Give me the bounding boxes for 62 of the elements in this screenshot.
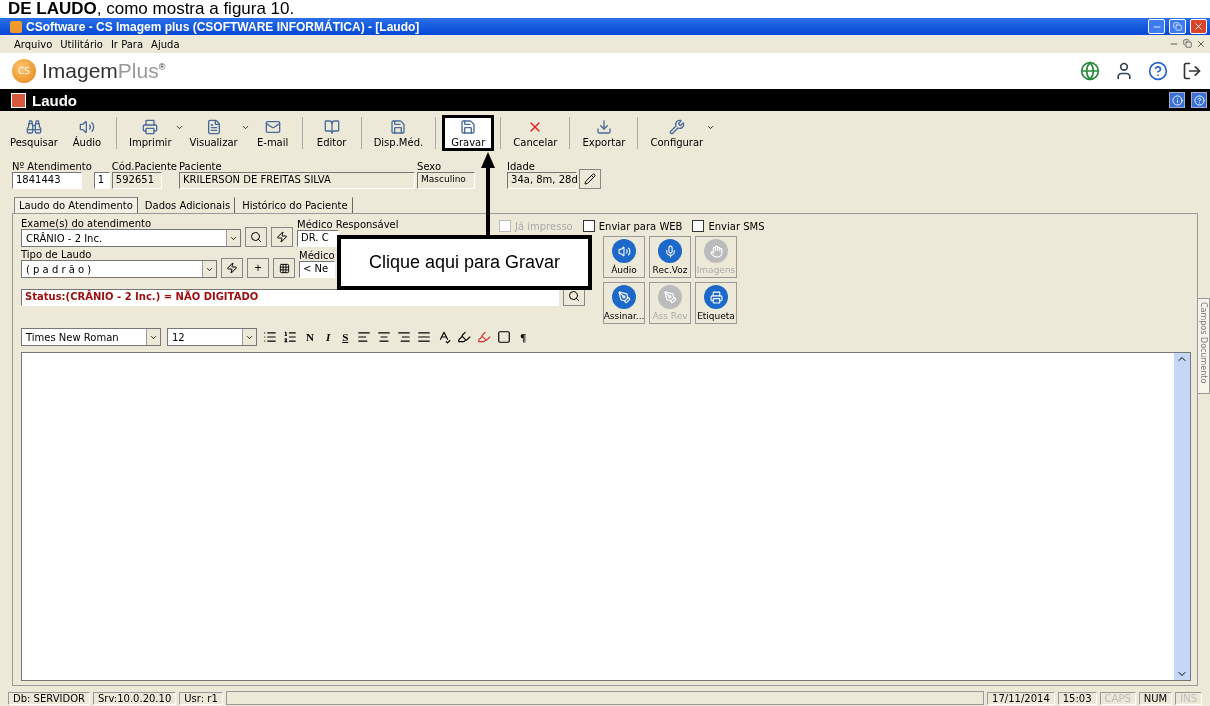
toolbar-button[interactable]: Disp.Méd. [367,115,430,151]
add-button[interactable]: + [247,258,269,278]
format-button[interactable]: I [322,331,334,343]
exam-select[interactable]: CRÂNIO - 2 Inc. [21,229,241,247]
format-button[interactable]: N [303,331,317,343]
text-field[interactable]: DR. C [297,230,339,247]
text-field[interactable]: < Ne [299,261,335,278]
brand-name: ImagemPlus$^{®}$ [42,59,166,83]
status-text: Usr: r1 [179,691,223,705]
status-text: 17/11/2014 [987,691,1055,705]
action-button[interactable]: Assinar... [603,282,645,324]
callout: Clique aqui para Gravar [337,235,592,290]
action-button[interactable]: Áudio [603,236,645,278]
toolbar-button[interactable]: Pesquisar [4,115,64,151]
field-label: Idade [507,161,536,172]
toolbar-button[interactable]: Exportar [576,115,632,151]
logo: CS [12,59,36,83]
field-label: Médico [299,250,335,261]
field-label: Exame(s) do atendimento [21,218,153,229]
status-text: Srv:10.0.20.10 [93,691,177,705]
toolbar-button[interactable]: E-mail [249,115,296,151]
text-field[interactable]: 592651 [111,172,162,189]
window-title: CSoftware - CS Imagem plus (CSOFTWARE INFORMÁTICA) - [Laudo] [26,19,421,34]
font-select[interactable]: Times New Roman [21,328,161,346]
checkbox[interactable]: Enviar SMS [692,220,765,232]
status-field: Status:(CRÂNIO - 2 Inc.) = NÃO DIGITADO [21,289,559,306]
module-title: Laudo [32,91,78,109]
action-button[interactable]: Etiqueta [695,282,737,324]
menu-item[interactable]: Ajuda [151,38,180,50]
field-label: Sexo [417,161,443,172]
toolbar-button[interactable]: Cancelar [507,115,564,151]
text-field[interactable]: 1 [93,172,110,189]
report-type-select[interactable]: ( p a d r ã o ) [21,260,217,278]
field-label: Paciente [179,161,223,172]
document-caption: DE LAUDO, como mostra a figura 10. [0,0,1210,18]
toolbar-button[interactable]: Visualizar [183,115,250,151]
format-button[interactable]: S [339,331,352,343]
size-select[interactable]: 12 [167,328,257,346]
toolbar-button[interactable]: Gravar [442,115,495,151]
action-button[interactable]: Rec.Voz [649,236,691,278]
pilcrow-button[interactable]: ¶ [517,331,530,343]
checkbox[interactable]: Enviar para WEB [582,220,683,232]
status-text: 15:03 [1057,691,1097,705]
toolbar-button[interactable]: Imprimir [122,115,184,151]
text-field[interactable]: KRILERSON DE FREITAS SILVA [179,172,416,189]
field-label: Cód.Paciente [111,161,178,172]
text-field[interactable]: 34a, 8m, 28d [507,172,578,189]
menu-item[interactable]: Ir Para [110,38,144,50]
field-label: Médico Responsável [297,219,399,230]
menu-item[interactable]: Arquivo [14,38,53,50]
menu-item[interactable]: Utilitário [60,38,103,50]
tab[interactable]: Laudo do Atendimento [14,197,138,213]
side-tab[interactable]: Campos Documento [1197,298,1210,394]
text-field[interactable]: Masculino [417,172,476,189]
status-text: Db: SERVIDOR [8,691,90,705]
toolbar-button[interactable]: Configurar [644,115,716,151]
field-label: Tipo de Laudo [21,249,93,260]
field-label: Nº Atendimento [12,161,92,172]
toolbar-button[interactable]: Editor [308,115,355,151]
toolbar-button[interactable]: Áudio [63,115,110,151]
text-field[interactable]: 1841443 [12,172,82,189]
status-text: NUM [1138,691,1173,705]
